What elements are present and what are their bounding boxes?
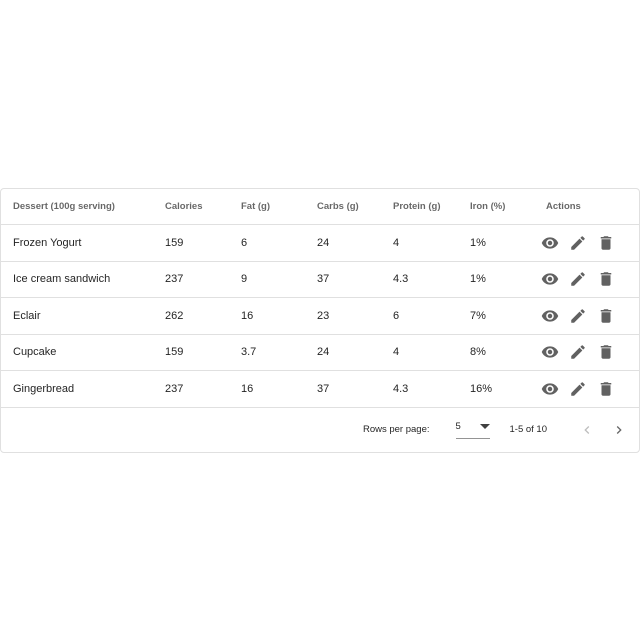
cell-protein: 6 bbox=[381, 297, 458, 335]
desserts-table: Dessert (100g serving) Calories Fat (g) … bbox=[1, 189, 639, 408]
pencil-icon bbox=[571, 345, 585, 359]
edit-button[interactable] bbox=[568, 379, 588, 399]
cell-dessert: Gingerbread bbox=[1, 370, 153, 408]
edit-button[interactable] bbox=[568, 306, 588, 326]
eye-icon bbox=[541, 273, 559, 285]
view-button[interactable] bbox=[540, 342, 560, 362]
table-pagination: Rows per page: 5 1-5 of 10 bbox=[1, 408, 639, 452]
pencil-icon bbox=[571, 381, 585, 396]
view-button[interactable] bbox=[540, 269, 560, 289]
cell-iron: 7% bbox=[458, 297, 534, 335]
cell-dessert: Frozen Yogurt bbox=[1, 224, 153, 262]
trash-icon bbox=[600, 236, 612, 250]
edit-button[interactable] bbox=[568, 269, 588, 289]
cell-dessert: Ice cream sandwich bbox=[1, 261, 153, 298]
pencil-icon bbox=[571, 308, 585, 323]
eye-icon bbox=[541, 383, 559, 395]
column-header-protein[interactable]: Protein (g) bbox=[381, 189, 458, 225]
cell-calories: 159 bbox=[153, 224, 229, 262]
cell-calories: 159 bbox=[153, 334, 229, 371]
row-actions bbox=[538, 342, 639, 362]
column-header-fat[interactable]: Fat (g) bbox=[229, 189, 305, 225]
view-button[interactable] bbox=[540, 233, 560, 253]
eye-icon bbox=[541, 237, 559, 249]
cell-carbs: 23 bbox=[305, 297, 381, 335]
cell-carbs: 24 bbox=[305, 334, 381, 371]
row-actions bbox=[538, 233, 639, 253]
edit-button[interactable] bbox=[568, 342, 588, 362]
cell-protein: 4 bbox=[381, 224, 458, 262]
trash-icon bbox=[600, 272, 612, 286]
cell-actions bbox=[534, 261, 639, 298]
cell-actions bbox=[534, 224, 639, 262]
table-row[interactable]: Gingerbread 237 16 37 4.3 16% bbox=[1, 370, 639, 408]
delete-button[interactable] bbox=[596, 269, 616, 289]
caret-down-icon bbox=[479, 424, 490, 429]
cell-dessert: Eclair bbox=[1, 297, 153, 335]
table-row[interactable]: Cupcake 159 3.7 24 4 8% bbox=[1, 334, 639, 371]
cell-iron: 8% bbox=[458, 334, 534, 371]
cell-carbs: 24 bbox=[305, 224, 381, 262]
delete-button[interactable] bbox=[596, 379, 616, 399]
eye-icon bbox=[541, 310, 559, 322]
view-button[interactable] bbox=[540, 306, 560, 326]
cell-protein: 4.3 bbox=[381, 261, 458, 298]
cell-protein: 4 bbox=[381, 334, 458, 371]
edit-button[interactable] bbox=[568, 233, 588, 253]
cell-fat: 16 bbox=[229, 370, 305, 408]
cell-calories: 237 bbox=[153, 261, 229, 298]
data-table-card: Dessert (100g serving) Calories Fat (g) … bbox=[0, 188, 640, 453]
rows-per-page-label: Rows per page: bbox=[362, 424, 430, 435]
delete-button[interactable] bbox=[596, 342, 616, 362]
cell-calories: 262 bbox=[153, 297, 229, 335]
previous-page-button[interactable] bbox=[575, 418, 599, 442]
view-button[interactable] bbox=[540, 379, 560, 399]
cell-fat: 9 bbox=[229, 261, 305, 298]
row-actions bbox=[538, 306, 639, 326]
table-header-row: Dessert (100g serving) Calories Fat (g) … bbox=[1, 189, 639, 225]
column-header-iron[interactable]: Iron (%) bbox=[458, 189, 534, 225]
trash-icon bbox=[600, 309, 612, 323]
cell-actions bbox=[534, 370, 639, 408]
cell-actions bbox=[534, 297, 639, 335]
cell-iron: 16% bbox=[458, 370, 534, 408]
cell-calories: 237 bbox=[153, 370, 229, 408]
eye-icon bbox=[541, 346, 559, 358]
chevron-right-icon bbox=[616, 425, 622, 434]
cell-fat: 16 bbox=[229, 297, 305, 335]
column-header-dessert[interactable]: Dessert (100g serving) bbox=[1, 189, 153, 225]
cell-carbs: 37 bbox=[305, 261, 381, 298]
chevron-left-icon bbox=[584, 425, 590, 434]
cell-iron: 1% bbox=[458, 224, 534, 262]
next-page-button[interactable] bbox=[607, 418, 631, 442]
column-header-actions: Actions bbox=[534, 189, 639, 225]
trash-icon bbox=[600, 382, 612, 396]
cell-carbs: 37 bbox=[305, 370, 381, 408]
table-row[interactable]: Frozen Yogurt 159 6 24 4 1% bbox=[1, 224, 639, 262]
row-actions bbox=[538, 379, 639, 399]
pagination-range: 1-5 of 10 bbox=[509, 424, 548, 435]
pencil-icon bbox=[571, 235, 585, 250]
cell-actions bbox=[534, 334, 639, 371]
trash-icon bbox=[600, 345, 612, 359]
row-actions bbox=[538, 269, 639, 289]
cell-dessert: Cupcake bbox=[1, 334, 153, 371]
column-header-calories[interactable]: Calories bbox=[153, 189, 229, 225]
cell-fat: 6 bbox=[229, 224, 305, 262]
delete-button[interactable] bbox=[596, 306, 616, 326]
cell-iron: 1% bbox=[458, 261, 534, 298]
table-row[interactable]: Ice cream sandwich 237 9 37 4.3 1% bbox=[1, 261, 639, 298]
delete-button[interactable] bbox=[596, 233, 616, 253]
rows-per-page-select[interactable]: 5 bbox=[455, 420, 490, 439]
table-row[interactable]: Eclair 262 16 23 6 7% bbox=[1, 297, 639, 335]
pencil-icon bbox=[571, 272, 585, 286]
cell-fat: 3.7 bbox=[229, 334, 305, 371]
cell-protein: 4.3 bbox=[381, 370, 458, 408]
rows-per-page-value: 5 bbox=[455, 421, 461, 432]
column-header-carbs[interactable]: Carbs (g) bbox=[305, 189, 381, 225]
